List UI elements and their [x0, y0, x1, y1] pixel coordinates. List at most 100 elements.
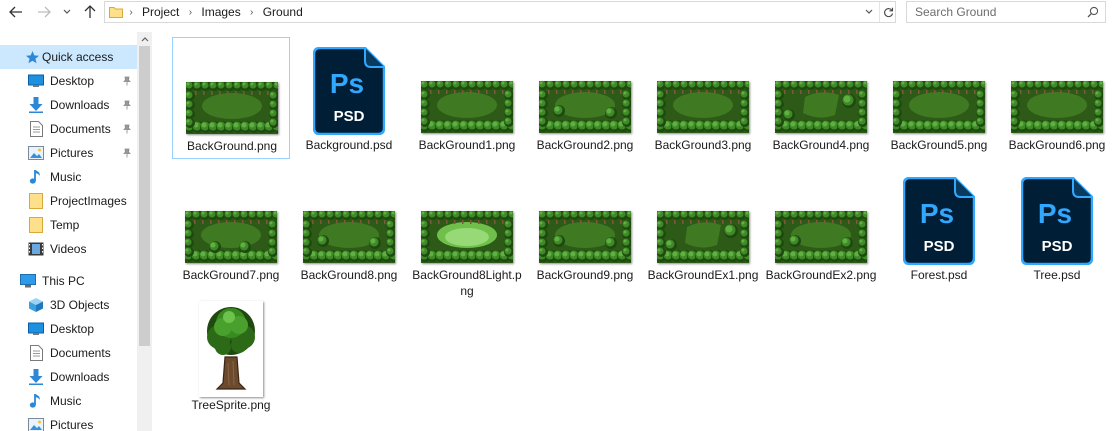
- file-thumbnail[interactable]: [644, 37, 762, 137]
- image-file-item[interactable]: BackGroundEx2.png: [762, 167, 880, 289]
- refresh-button[interactable]: [879, 2, 896, 22]
- file-name-label[interactable]: BackGround.png: [175, 138, 289, 154]
- image-file-item[interactable]: BackGroundEx1.png: [644, 167, 762, 289]
- file-name-label[interactable]: BackGround2.png: [528, 137, 642, 153]
- image-file-item[interactable]: BackGround7.png: [172, 167, 290, 289]
- image-file-item[interactable]: BackGround9.png: [526, 167, 644, 289]
- image-file-item[interactable]: BackGround1.png: [408, 37, 526, 159]
- sidebar-item-quick-access[interactable]: Quick access: [0, 45, 137, 69]
- file-name-label[interactable]: BackGround8Light.png: [410, 267, 524, 299]
- sidebar-item-projectimages[interactable]: ProjectImages: [0, 189, 137, 213]
- sidebar-item-music-pc[interactable]: Music: [0, 389, 137, 413]
- chevron-up-icon: [141, 36, 148, 41]
- image-file-item[interactable]: BackGround4.png: [762, 37, 880, 159]
- file-thumbnail[interactable]: Ps PSD: [880, 167, 998, 267]
- file-name-label[interactable]: BackGroundEx1.png: [646, 267, 760, 283]
- file-thumbnail[interactable]: [526, 167, 644, 267]
- recent-locations-button[interactable]: [60, 2, 74, 22]
- address-history-button[interactable]: [860, 2, 878, 22]
- back-button[interactable]: [6, 2, 26, 22]
- file-name-label[interactable]: BackGround8.png: [292, 267, 406, 283]
- file-name-label[interactable]: BackGround9.png: [528, 267, 642, 283]
- file-name-label[interactable]: BackGround6.png: [1000, 137, 1112, 153]
- file-thumbnail[interactable]: Ps PSD: [290, 37, 408, 137]
- file-name-label[interactable]: Forest.psd: [882, 267, 996, 283]
- image-file-item[interactable]: BackGround6.png: [998, 37, 1112, 159]
- file-thumbnail[interactable]: [880, 37, 998, 137]
- sidebar-item-3d-objects[interactable]: 3D Objects: [0, 293, 137, 317]
- sidebar-item-label: Documents: [50, 346, 111, 360]
- sidebar-item-music[interactable]: Music: [0, 165, 137, 189]
- file-thumbnail[interactable]: [998, 37, 1112, 137]
- pin-icon[interactable]: [122, 76, 132, 86]
- pin-icon[interactable]: [122, 100, 132, 110]
- chevron-down-icon: [63, 9, 71, 14]
- image-file-item[interactable]: BackGround5.png: [880, 37, 998, 159]
- file-thumbnail[interactable]: [644, 167, 762, 267]
- address-bar[interactable]: › Project › Images › Ground: [104, 1, 896, 23]
- breadcrumb-separator-icon[interactable]: ›: [125, 2, 137, 22]
- pin-icon[interactable]: [122, 124, 132, 134]
- search-input[interactable]: [907, 2, 1083, 22]
- sidebar-item-pictures-pc[interactable]: Pictures: [0, 413, 137, 431]
- sidebar-item-desktop[interactable]: Desktop: [0, 69, 137, 93]
- breadcrumb-separator-icon[interactable]: ›: [184, 2, 196, 22]
- search-icon[interactable]: [1087, 6, 1099, 18]
- sidebar-item-documents-pc[interactable]: Documents: [0, 341, 137, 365]
- image-file-item[interactable]: BackGround2.png: [526, 37, 644, 159]
- forest-background-thumbnail: [303, 211, 395, 263]
- sidebar-item-downloads-pc[interactable]: Downloads: [0, 365, 137, 389]
- search-box[interactable]: [906, 1, 1106, 23]
- sidebar-item-documents[interactable]: Documents: [0, 117, 137, 141]
- sidebar-item-label: 3D Objects: [50, 298, 110, 312]
- file-name-label[interactable]: Background.psd: [292, 137, 406, 153]
- psd-file-item[interactable]: Ps PSD Tree.psd: [998, 167, 1112, 289]
- breadcrumb: › Project › Images › Ground: [125, 2, 308, 22]
- download-icon: [28, 97, 44, 113]
- sidebar-item-downloads[interactable]: Downloads: [0, 93, 137, 117]
- desktop-icon: [28, 73, 44, 89]
- image-file-item[interactable]: BackGround.png: [172, 37, 290, 159]
- file-thumbnail[interactable]: [526, 37, 644, 137]
- file-name-label[interactable]: BackGroundEx2.png: [764, 267, 878, 283]
- navigation-scrollbar[interactable]: [137, 32, 152, 431]
- file-list-view[interactable]: BackGround.png Ps PSD Background.psd BackGro…: [152, 32, 1112, 431]
- file-thumbnail[interactable]: [762, 167, 880, 267]
- scroll-up-button[interactable]: [137, 32, 152, 46]
- file-thumbnail[interactable]: [408, 167, 526, 267]
- sidebar-item-this-pc[interactable]: This PC: [0, 269, 137, 293]
- breadcrumb-separator-icon[interactable]: ›: [246, 2, 258, 22]
- pictures-icon: [28, 145, 44, 161]
- pin-icon[interactable]: [122, 148, 132, 158]
- image-file-item[interactable]: BackGround8.png: [290, 167, 408, 289]
- breadcrumb-ground[interactable]: Ground: [258, 2, 308, 22]
- file-thumbnail[interactable]: [408, 37, 526, 137]
- scroll-thumb[interactable]: [139, 46, 150, 346]
- file-name-label[interactable]: BackGround1.png: [410, 137, 524, 153]
- file-thumbnail[interactable]: Ps PSD: [998, 167, 1112, 267]
- psd-file-item[interactable]: Ps PSD Forest.psd: [880, 167, 998, 289]
- file-thumbnail[interactable]: [762, 37, 880, 137]
- image-file-item[interactable]: BackGround3.png: [644, 37, 762, 159]
- sidebar-item-videos[interactable]: Videos: [0, 237, 137, 261]
- sidebar-item-pictures[interactable]: Pictures: [0, 141, 137, 165]
- forward-button[interactable]: [34, 2, 54, 22]
- file-thumbnail[interactable]: [173, 38, 291, 138]
- sidebar-item-desktop-pc[interactable]: Desktop: [0, 317, 137, 341]
- up-button[interactable]: [80, 2, 100, 22]
- file-thumbnail[interactable]: [172, 297, 290, 397]
- file-name-label[interactable]: BackGround3.png: [646, 137, 760, 153]
- breadcrumb-project[interactable]: Project: [137, 2, 184, 22]
- file-thumbnail[interactable]: [172, 167, 290, 267]
- file-name-label[interactable]: BackGround4.png: [764, 137, 878, 153]
- image-file-item[interactable]: BackGround8Light.png: [408, 167, 526, 298]
- file-name-label[interactable]: BackGround5.png: [882, 137, 996, 153]
- file-name-label[interactable]: BackGround7.png: [174, 267, 288, 283]
- breadcrumb-images[interactable]: Images: [196, 2, 245, 22]
- file-name-label[interactable]: Tree.psd: [1000, 267, 1112, 283]
- psd-file-item[interactable]: Ps PSD Background.psd: [290, 37, 408, 159]
- file-name-label[interactable]: TreeSprite.png: [174, 397, 288, 413]
- sidebar-item-temp[interactable]: Temp: [0, 213, 137, 237]
- file-thumbnail[interactable]: [290, 167, 408, 267]
- image-file-item[interactable]: TreeSprite.png: [172, 297, 290, 419]
